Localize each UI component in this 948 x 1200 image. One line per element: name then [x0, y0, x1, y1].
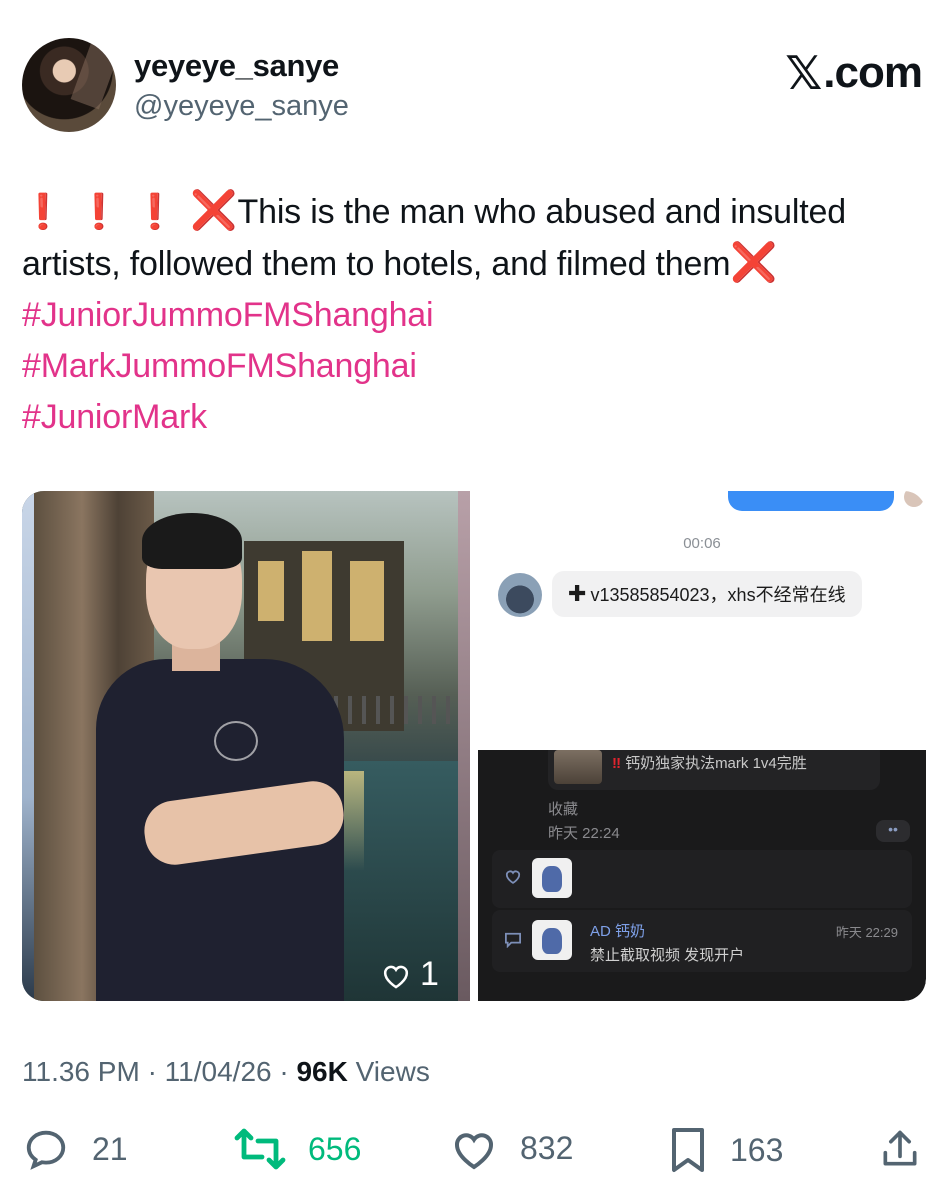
- share-button[interactable]: [878, 1126, 944, 1172]
- media-dark-screenshot[interactable]: ‼ 钙奶独家执法mark 1v4完胜 收藏 昨天 22:24 •• AD 钙奶 禁…: [478, 750, 926, 1001]
- tweet-header: yeyeye_sanye @yeyeye_sanye 𝕏 .com: [22, 38, 923, 134]
- like-count: 832: [520, 1129, 574, 1166]
- chat-contact-avatar: [498, 573, 542, 617]
- x-logo: 𝕏 .com: [785, 46, 923, 100]
- exclamation-icon: ❗: [17, 193, 69, 231]
- x-logo-icon: 𝕏: [785, 46, 822, 100]
- tweet-time[interactable]: 11.36 PM: [22, 1056, 140, 1087]
- photo-edge-left: [22, 491, 34, 1001]
- bookmark-button[interactable]: 163: [668, 1126, 783, 1174]
- exclamation-icon: ❗: [73, 193, 125, 231]
- tweet-line-1: ❗ ❗ ❗ ❌This is the man who abused and insul…: [18, 186, 922, 238]
- comment-icon: [504, 932, 522, 953]
- dark-label-favorite: 收藏: [548, 801, 579, 818]
- double-exclamation-icon: ‼: [612, 755, 622, 772]
- media-divider: [470, 491, 478, 1001]
- bookmark-count: 163: [730, 1131, 784, 1168]
- views-label: Views: [355, 1056, 430, 1087]
- tweet-text-line-1: This is the man who abused and insulted: [237, 193, 847, 231]
- chat-message: ✚ v13585854023，xhs不经常在线: [552, 571, 862, 617]
- tweet-date[interactable]: 11/04/26: [165, 1056, 272, 1087]
- bear-avatar: [532, 920, 572, 960]
- dark-comment-row: AD 钙奶 禁止截取视频 发现开户 昨天 22:29: [492, 910, 912, 972]
- meta-separator: ·: [147, 1056, 157, 1087]
- photo-edge-right: [458, 491, 470, 1001]
- chat-message-text: v13585854023，xhs不经常在线: [590, 585, 846, 605]
- cross-mark-icon: ❌: [730, 242, 778, 284]
- heart-outline-icon: [504, 868, 522, 889]
- reply-button[interactable]: 21: [22, 1126, 128, 1172]
- cross-mark-icon: ❌: [190, 190, 238, 232]
- tweet-actions: 21 656 832 163: [22, 1126, 926, 1180]
- media-chat-screenshot[interactable]: 00:06 ✚ v13585854023，xhs不经常在线: [478, 491, 926, 746]
- dark-like-row: [492, 850, 912, 908]
- avatar-photo: [70, 42, 116, 110]
- exclamation-icon: ❗: [130, 193, 181, 231]
- hashtag-link[interactable]: #JuniorMark: [22, 392, 922, 443]
- x-logo-text: .com: [823, 48, 923, 97]
- share-icon: [883, 1130, 917, 1166]
- bear-avatar: [532, 858, 572, 898]
- photo-window: [350, 561, 384, 641]
- views-count: 96K: [296, 1056, 348, 1087]
- dark-video-title-text: 钙奶独家执法mark 1v4完胜: [625, 755, 807, 772]
- bookmark-icon: [672, 1128, 704, 1172]
- person-hair: [142, 513, 242, 569]
- photo-like-count: 1: [420, 955, 439, 993]
- tweet-line-2: artists, followed them to hotels, and fi…: [22, 238, 922, 290]
- dark-video-title: ‼ 钙奶独家执法mark 1v4完胜: [612, 752, 807, 773]
- media-photo-man[interactable]: 1: [22, 491, 470, 1001]
- chat-timestamp: 00:06: [683, 535, 721, 552]
- tweet-meta: 11.36 PM · 11/04/26 · 96K Views: [22, 1056, 430, 1088]
- author-display-name[interactable]: yeyeye_sanye: [134, 48, 339, 84]
- meta-separator: ·: [279, 1056, 289, 1087]
- comment-time: 昨天 22:29: [835, 925, 898, 940]
- comment-text: 禁止截取视频 发现开户: [590, 947, 745, 964]
- author-handle[interactable]: @yeyeye_sanye: [134, 90, 349, 123]
- hashtag-link[interactable]: #JuniorJummoFMShanghai: [22, 290, 922, 341]
- chat-bubble-sent: [728, 491, 894, 511]
- photo-like-badge: 1: [380, 955, 439, 994]
- reply-count: 21: [92, 1130, 128, 1167]
- hashtag-link[interactable]: #MarkJummoFMShanghai: [22, 341, 922, 392]
- tweet-text-line-2: artists, followed them to hotels, and fi…: [22, 245, 731, 283]
- retweet-count: 656: [308, 1130, 362, 1167]
- chat-self-avatar: [904, 491, 924, 507]
- dark-video-thumbnail: [554, 750, 602, 784]
- photo-window: [258, 561, 284, 621]
- tweet-media: 1 00:06 ✚ v13585854023，xhs不经常在线 ‼ 钙奶独家执法m…: [22, 491, 926, 1001]
- heart-icon: [455, 1133, 493, 1170]
- photo-scene: [34, 491, 458, 1001]
- heart-icon: [383, 965, 409, 989]
- plus-icon: ✚: [568, 581, 587, 606]
- reply-icon: [26, 1130, 66, 1170]
- retweet-icon: [234, 1128, 286, 1170]
- dark-date: 昨天 22:24: [548, 825, 620, 842]
- comment-author: AD 钙奶: [590, 923, 646, 940]
- retweet-button[interactable]: 656: [234, 1126, 361, 1172]
- more-dots-icon: ••: [876, 820, 910, 842]
- tweet-body: ❗ ❗ ❗ ❌This is the man who abused and insul…: [18, 186, 922, 443]
- shirt-logo: [214, 721, 258, 761]
- author-avatar[interactable]: [22, 38, 116, 132]
- photo-window: [302, 551, 332, 641]
- like-button[interactable]: 832: [450, 1126, 573, 1170]
